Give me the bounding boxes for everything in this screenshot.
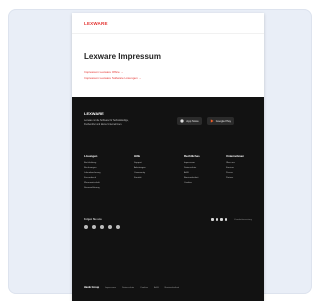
- footer-column: Hilfe Support Anleitungen Community Kont…: [134, 154, 162, 191]
- impressum-links: Impressum Lexware Office → Impressum Lex…: [84, 69, 252, 81]
- apple-icon: [180, 119, 184, 123]
- footer-description: Lexware ist die Software für Selbstständ…: [84, 120, 129, 126]
- rating-row: Folgen Sie uns Kundenbewertung: [84, 218, 252, 221]
- google-play-label: Google Play: [215, 118, 231, 123]
- bottom-link[interactable]: Cookies: [140, 287, 148, 289]
- footer: LEXWARE Lexware ist die Software für Sel…: [72, 97, 264, 301]
- preview-card: LEXWARE Lexware Impressum Impressum Lexw…: [8, 9, 312, 301]
- impressum-link-software[interactable]: Impressum Lexware Software Lösungen →: [84, 75, 252, 81]
- star-icon: [215, 218, 219, 221]
- bottom-link[interactable]: Datenschutz: [122, 287, 134, 289]
- footer-column-title: Unternehmen: [226, 154, 245, 159]
- app-store-button[interactable]: App Store: [177, 117, 202, 125]
- haufe-logo[interactable]: Haufe Group: [84, 286, 99, 289]
- footer-column: Lösungen Buchhaltung Rechnungen Lohnabre…: [84, 154, 112, 191]
- footer-link[interactable]: Cookies: [184, 181, 212, 186]
- footer-link[interactable]: Partner: [226, 176, 252, 181]
- social-icon[interactable]: [108, 225, 112, 230]
- star-icon: [224, 218, 228, 221]
- social-icon[interactable]: [92, 225, 96, 230]
- social-icon[interactable]: [100, 225, 104, 230]
- rating-stars: [211, 218, 228, 221]
- rating-label: Kundenbewertung: [234, 218, 252, 221]
- footer-columns: Lösungen Buchhaltung Rechnungen Lohnabre…: [84, 154, 212, 191]
- social-icon[interactable]: [84, 225, 88, 230]
- store-buttons: App Store Google Play: [177, 117, 234, 125]
- haufe-logo-text: Haufe Group: [84, 286, 100, 289]
- page-title: Lexware Impressum: [84, 52, 161, 61]
- page-preview: LEXWARE Lexware Impressum Impressum Lexw…: [72, 13, 264, 301]
- footer-columns-wrap: Lösungen Buchhaltung Rechnungen Lohnabre…: [84, 127, 252, 191]
- footer-brand-block: LEXWARE Lexware ist die Software für Sel…: [84, 111, 136, 127]
- play-icon: [210, 119, 214, 123]
- footer-column-company: Unternehmen Über uns Karriere Presse Par…: [226, 154, 252, 181]
- social-links: [84, 225, 252, 230]
- google-play-button[interactable]: Google Play: [206, 117, 234, 125]
- bottom-link[interactable]: Barrierefreiheit: [165, 287, 179, 289]
- footer-column-title: Hilfe: [134, 154, 141, 159]
- social-icon[interactable]: [116, 225, 120, 230]
- footer-top: LEXWARE Lexware ist die Software für Sel…: [84, 111, 252, 127]
- footer-link[interactable]: Kontakt: [134, 176, 162, 181]
- footer-link[interactable]: Steuererklärung: [84, 186, 112, 191]
- footer-brand[interactable]: LEXWARE: [84, 111, 136, 116]
- star-icon: [220, 218, 223, 221]
- brand-logo[interactable]: LEXWARE: [84, 21, 108, 26]
- star-icon: [211, 218, 214, 221]
- footer-column-title: Rechtliches: [184, 154, 200, 159]
- footer-bottom-bar: Haufe Group Impressum Datenschutz Cookie…: [84, 286, 252, 289]
- social-heading: Folgen Sie uns: [84, 218, 102, 222]
- top-navigation: LEXWARE: [72, 13, 264, 34]
- app-store-label: App Store: [186, 118, 199, 123]
- footer-column-title: Lösungen: [84, 154, 98, 159]
- footer-column: Rechtliches Impressum Datenschutz AGB Ba…: [184, 154, 212, 191]
- bottom-link[interactable]: AGB: [154, 287, 159, 289]
- bottom-link[interactable]: Impressum: [105, 287, 116, 289]
